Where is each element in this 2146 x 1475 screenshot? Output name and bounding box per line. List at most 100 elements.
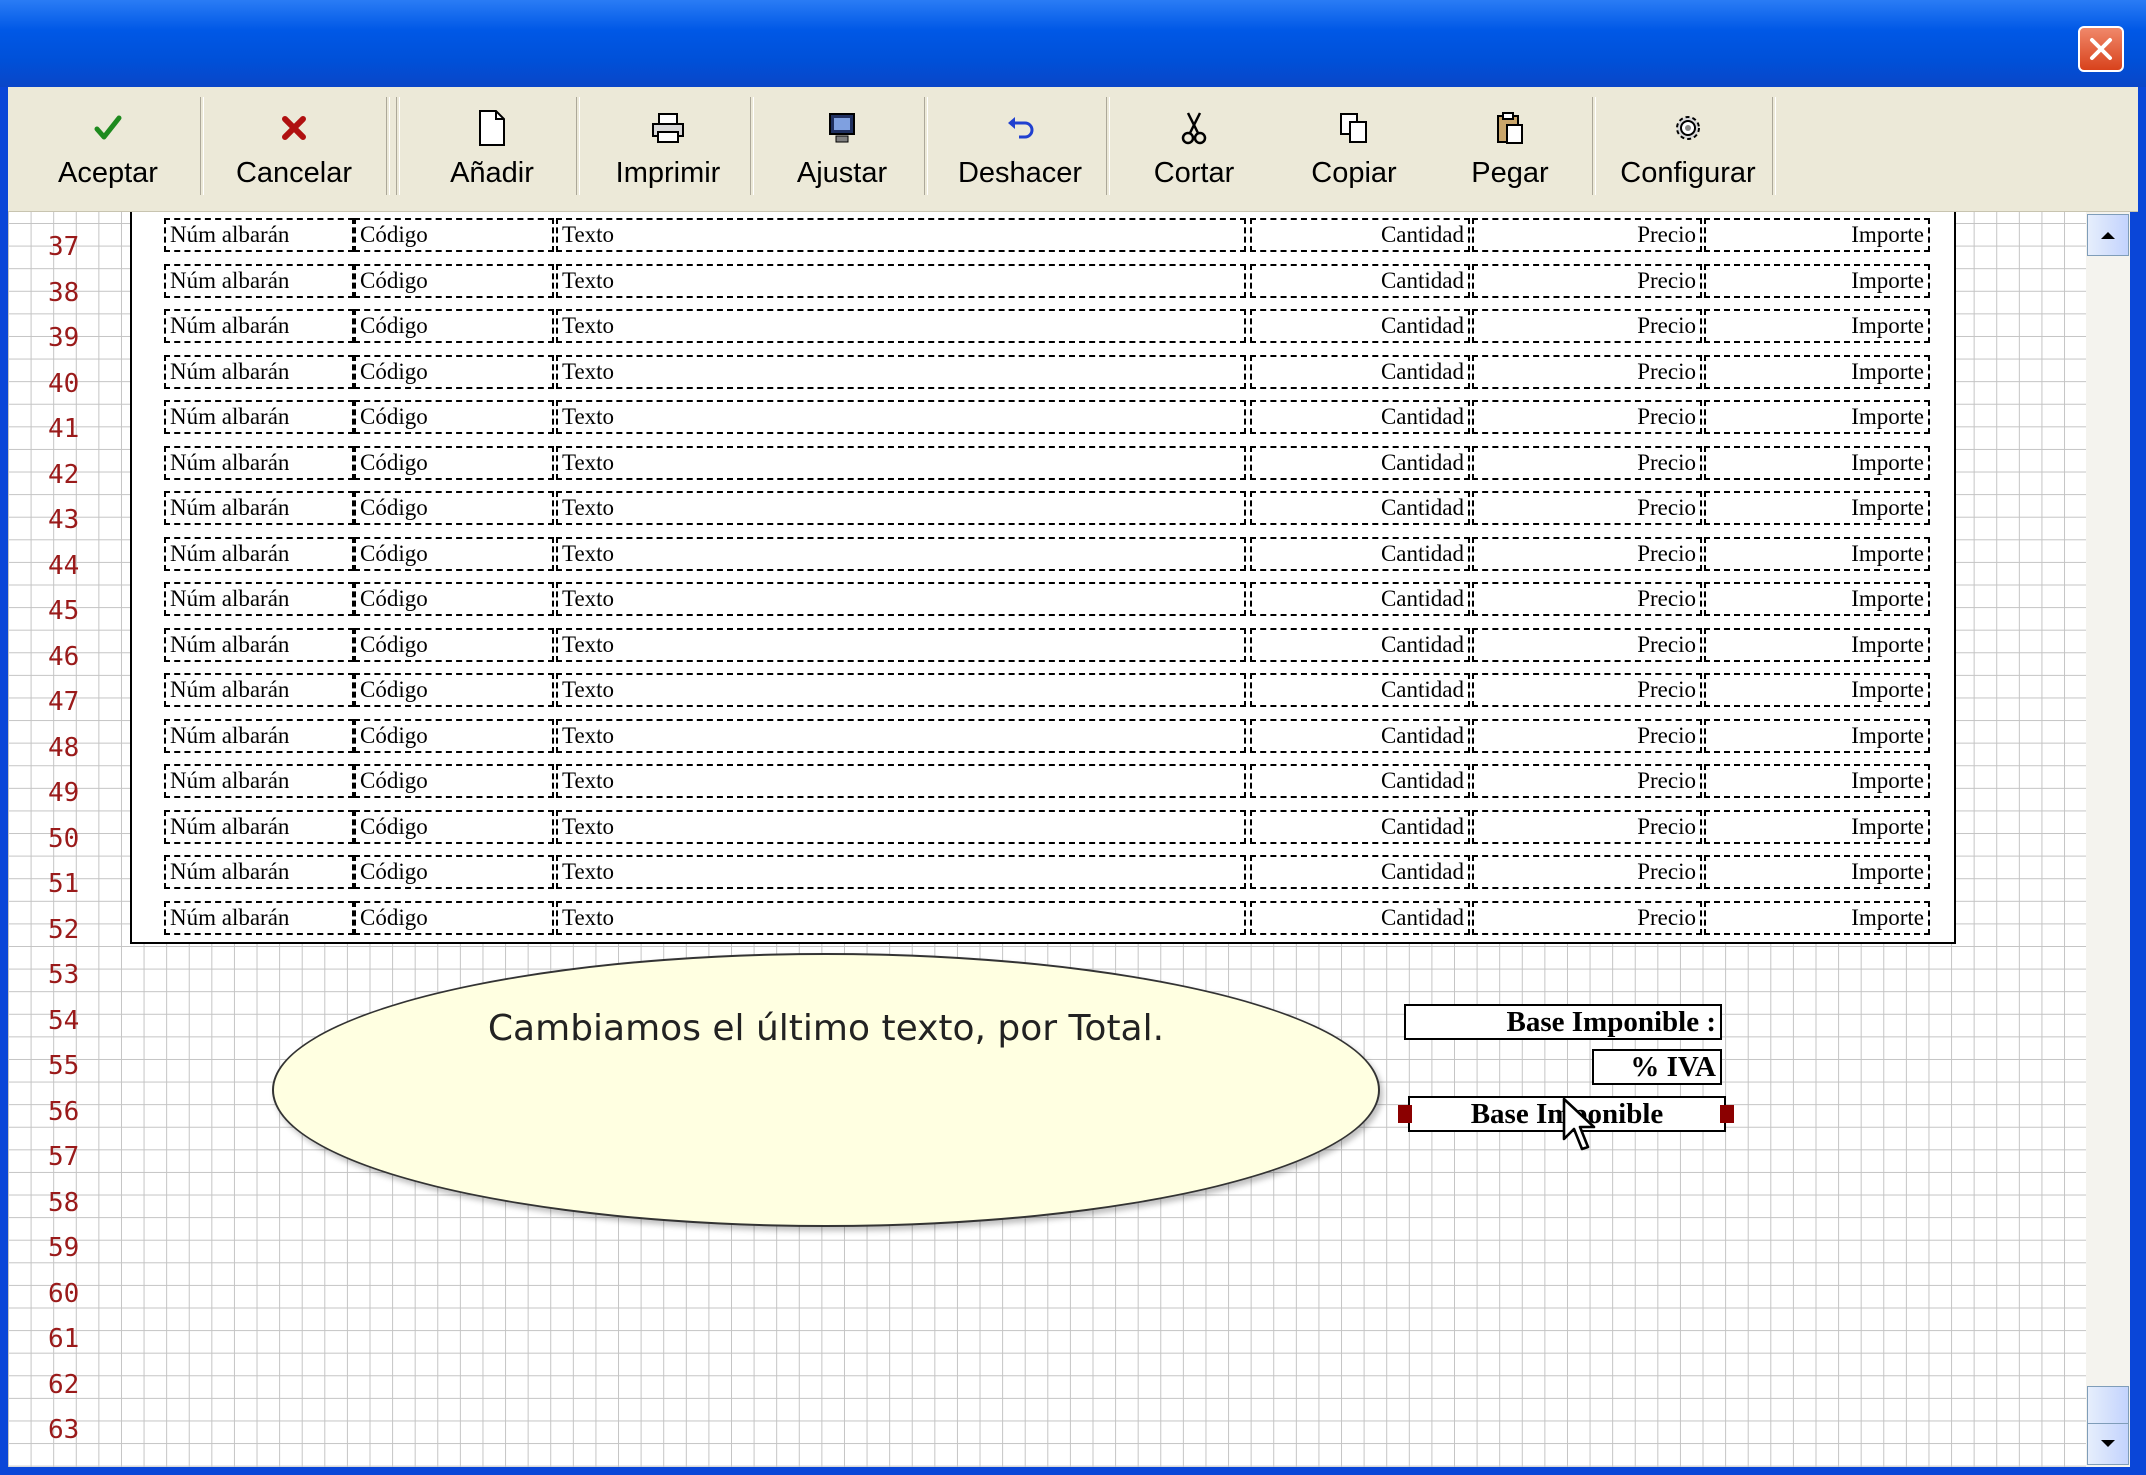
num-albaran-field[interactable]: Núm albarán: [164, 218, 354, 252]
precio-field[interactable]: Precio: [1472, 673, 1702, 707]
importe-field[interactable]: Importe: [1704, 582, 1930, 616]
cantidad-field[interactable]: Cantidad: [1250, 582, 1470, 616]
cantidad-field[interactable]: Cantidad: [1250, 309, 1470, 343]
num-albaran-field[interactable]: Núm albarán: [164, 900, 354, 935]
cantidad-field[interactable]: Cantidad: [1250, 809, 1470, 844]
importe-field[interactable]: Importe: [1704, 445, 1930, 480]
importe-field[interactable]: Importe: [1704, 263, 1930, 298]
codigo-field[interactable]: Código: [354, 218, 554, 252]
iva-field[interactable]: % IVA: [1592, 1049, 1722, 1085]
codigo-field[interactable]: Código: [354, 445, 554, 480]
codigo-field[interactable]: Código: [354, 718, 554, 753]
num-albaran-field[interactable]: Núm albarán: [164, 855, 354, 889]
texto-field[interactable]: Texto: [556, 764, 1246, 798]
importe-field[interactable]: Importe: [1704, 809, 1930, 844]
importe-field[interactable]: Importe: [1704, 309, 1930, 343]
codigo-field[interactable]: Código: [354, 354, 554, 389]
configurar-button[interactable]: Configurar: [1598, 91, 1778, 203]
num-albaran-field[interactable]: Núm albarán: [164, 536, 354, 571]
num-albaran-field[interactable]: Núm albarán: [164, 400, 354, 434]
codigo-field[interactable]: Código: [354, 900, 554, 935]
cantidad-field[interactable]: Cantidad: [1250, 718, 1470, 753]
texto-field[interactable]: Texto: [556, 354, 1246, 389]
cantidad-field[interactable]: Cantidad: [1250, 263, 1470, 298]
cantidad-field[interactable]: Cantidad: [1250, 627, 1470, 662]
precio-field[interactable]: Precio: [1472, 627, 1702, 662]
cantidad-field[interactable]: Cantidad: [1250, 400, 1470, 434]
importe-field[interactable]: Importe: [1704, 855, 1930, 889]
texto-field[interactable]: Texto: [556, 309, 1246, 343]
texto-field[interactable]: Texto: [556, 900, 1246, 935]
codigo-field[interactable]: Código: [354, 855, 554, 889]
texto-field[interactable]: Texto: [556, 855, 1246, 889]
precio-field[interactable]: Precio: [1472, 445, 1702, 480]
pegar-button[interactable]: Pegar: [1428, 91, 1592, 203]
codigo-field[interactable]: Código: [354, 764, 554, 798]
texto-field[interactable]: Texto: [556, 400, 1246, 434]
num-albaran-field[interactable]: Núm albarán: [164, 673, 354, 707]
num-albaran-field[interactable]: Núm albarán: [164, 764, 354, 798]
cantidad-field[interactable]: Cantidad: [1250, 536, 1470, 571]
num-albaran-field[interactable]: Núm albarán: [164, 582, 354, 616]
precio-field[interactable]: Precio: [1472, 536, 1702, 571]
precio-field[interactable]: Precio: [1472, 354, 1702, 389]
codigo-field[interactable]: Código: [354, 263, 554, 298]
resize-handle-right[interactable]: [1720, 1105, 1734, 1123]
texto-field[interactable]: Texto: [556, 627, 1246, 662]
cantidad-field[interactable]: Cantidad: [1250, 673, 1470, 707]
texto-field[interactable]: Texto: [556, 582, 1246, 616]
importe-field[interactable]: Importe: [1704, 900, 1930, 935]
texto-field[interactable]: Texto: [556, 673, 1246, 707]
scroll-thumb[interactable]: [2087, 1386, 2129, 1424]
cancelar-button[interactable]: Cancelar: [206, 91, 382, 203]
precio-field[interactable]: Precio: [1472, 218, 1702, 252]
cantidad-field[interactable]: Cantidad: [1250, 354, 1470, 389]
precio-field[interactable]: Precio: [1472, 263, 1702, 298]
vertical-scrollbar[interactable]: [2086, 212, 2130, 1467]
precio-field[interactable]: Precio: [1472, 582, 1702, 616]
base-imponible-field[interactable]: Base Imponible :: [1404, 1004, 1722, 1040]
title-bar[interactable]: [0, 0, 2146, 87]
precio-field[interactable]: Precio: [1472, 718, 1702, 753]
codigo-field[interactable]: Código: [354, 491, 554, 525]
cantidad-field[interactable]: Cantidad: [1250, 900, 1470, 935]
ajustar-button[interactable]: Ajustar: [756, 91, 928, 203]
codigo-field[interactable]: Código: [354, 627, 554, 662]
num-albaran-field[interactable]: Núm albarán: [164, 627, 354, 662]
texto-field[interactable]: Texto: [556, 218, 1246, 252]
precio-field[interactable]: Precio: [1472, 491, 1702, 525]
num-albaran-field[interactable]: Núm albarán: [164, 263, 354, 298]
scroll-down-button[interactable]: [2087, 1423, 2129, 1465]
codigo-field[interactable]: Código: [354, 673, 554, 707]
num-albaran-field[interactable]: Núm albarán: [164, 309, 354, 343]
num-albaran-field[interactable]: Núm albarán: [164, 491, 354, 525]
cantidad-field[interactable]: Cantidad: [1250, 491, 1470, 525]
num-albaran-field[interactable]: Núm albarán: [164, 445, 354, 480]
report-design-canvas[interactable]: 37 38 39 40 41 42 43 44 45 46 47 48 49 50 51 52 53 54 55 56…: [8, 212, 2086, 1467]
aceptar-button[interactable]: Aceptar: [18, 91, 198, 203]
cantidad-field[interactable]: Cantidad: [1250, 218, 1470, 252]
codigo-field[interactable]: Código: [354, 582, 554, 616]
imprimir-button[interactable]: Imprimir: [582, 91, 754, 203]
codigo-field[interactable]: Código: [354, 809, 554, 844]
num-albaran-field[interactable]: Núm albarán: [164, 718, 354, 753]
precio-field[interactable]: Precio: [1472, 400, 1702, 434]
codigo-field[interactable]: Código: [354, 309, 554, 343]
texto-field[interactable]: Texto: [556, 718, 1246, 753]
cantidad-field[interactable]: Cantidad: [1250, 445, 1470, 480]
texto-field[interactable]: Texto: [556, 809, 1246, 844]
importe-field[interactable]: Importe: [1704, 218, 1930, 252]
texto-field[interactable]: Texto: [556, 263, 1246, 298]
codigo-field[interactable]: Código: [354, 536, 554, 571]
importe-field[interactable]: Importe: [1704, 627, 1930, 662]
codigo-field[interactable]: Código: [354, 400, 554, 434]
precio-field[interactable]: Precio: [1472, 764, 1702, 798]
importe-field[interactable]: Importe: [1704, 400, 1930, 434]
resize-handle-left[interactable]: [1398, 1105, 1412, 1123]
importe-field[interactable]: Importe: [1704, 354, 1930, 389]
cortar-button[interactable]: Cortar: [1112, 91, 1276, 203]
scroll-up-button[interactable]: [2087, 214, 2129, 256]
num-albaran-field[interactable]: Núm albarán: [164, 809, 354, 844]
cantidad-field[interactable]: Cantidad: [1250, 855, 1470, 889]
close-button[interactable]: [2078, 26, 2124, 72]
